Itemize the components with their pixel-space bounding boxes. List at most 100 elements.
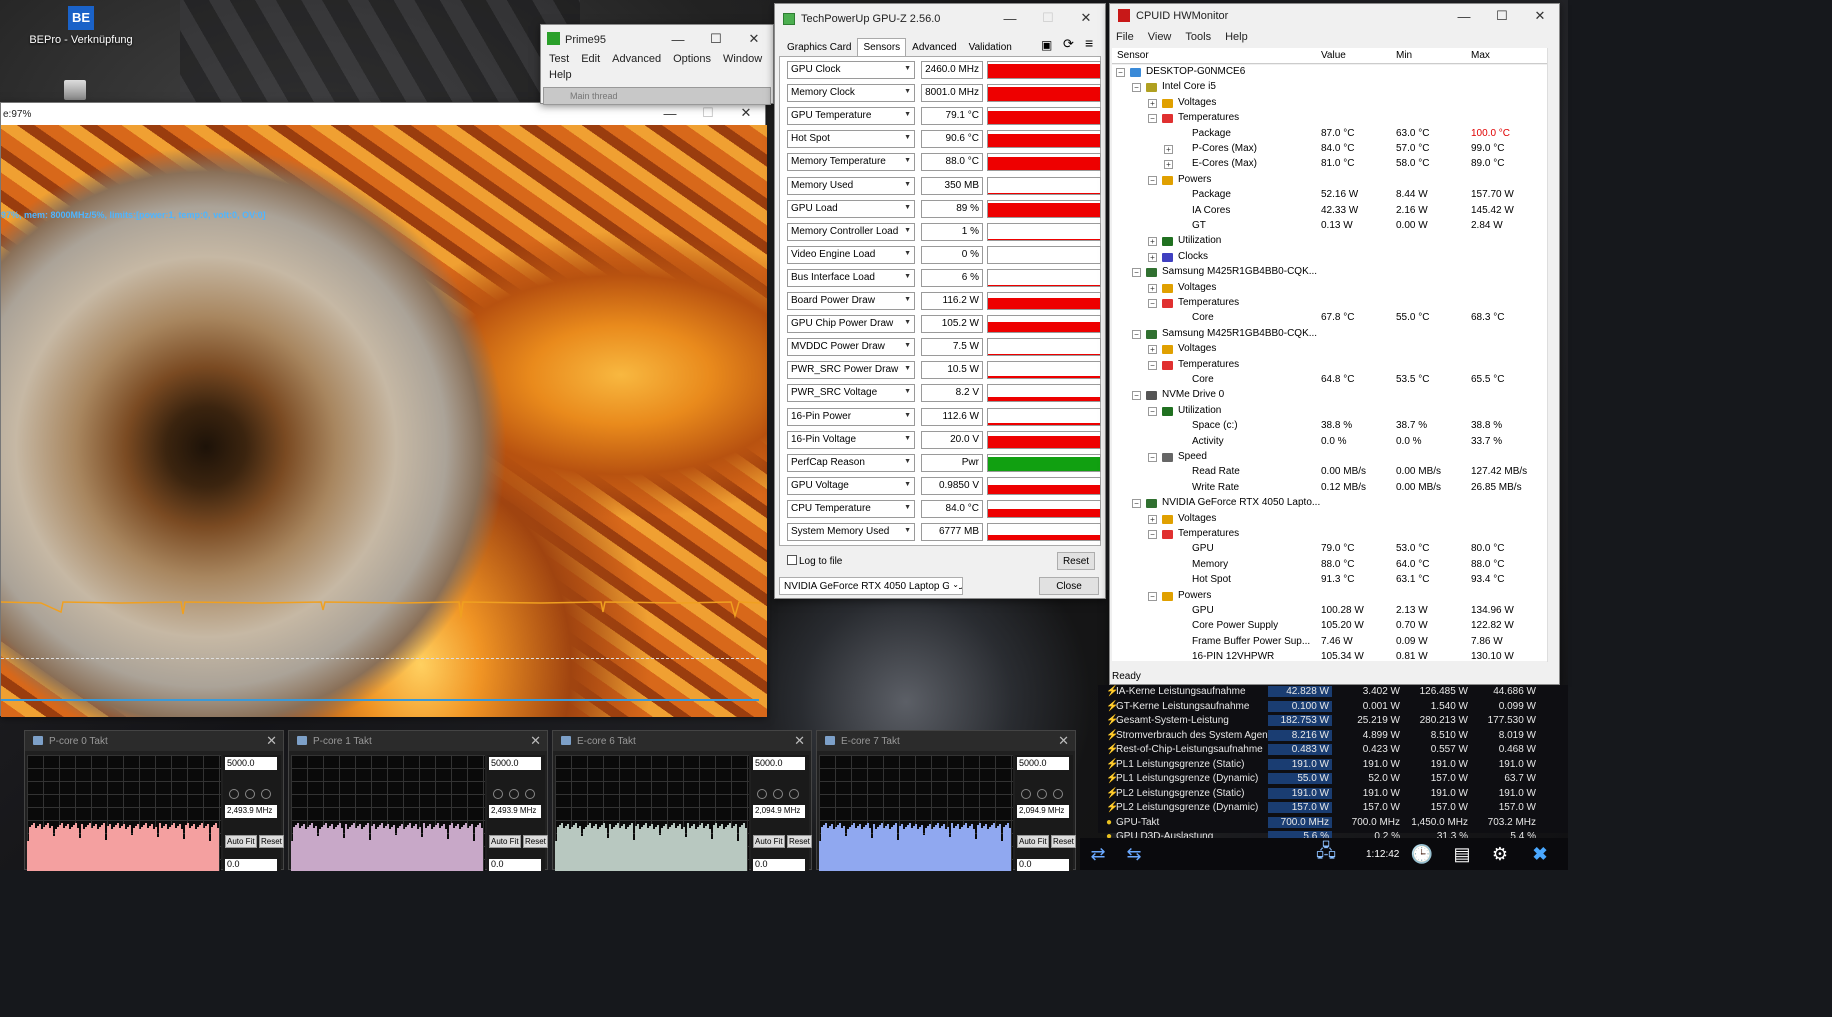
- tab-validation[interactable]: Validation: [963, 38, 1018, 57]
- sensor-name-dropdown[interactable]: Memory Clock: [787, 84, 915, 103]
- hw-tree-row[interactable]: − Temperatures: [1112, 111, 1549, 126]
- collapse-icon[interactable]: −: [1116, 68, 1125, 77]
- hw-tree-row[interactable]: Package 87.0 °C 63.0 °C 100.0 °C: [1112, 127, 1549, 142]
- close-x-icon[interactable]: ✖: [1526, 842, 1554, 866]
- radio-icon[interactable]: [509, 789, 519, 799]
- hw-tree-row[interactable]: IA Cores 42.33 W 2.16 W 145.42 W: [1112, 204, 1549, 219]
- auto-fit-button[interactable]: Auto Fit: [1017, 835, 1049, 848]
- hamburger-menu-icon[interactable]: ≡: [1085, 35, 1093, 51]
- arrows-collapse-icon[interactable]: ⇆: [1120, 842, 1148, 866]
- hwinfo-row[interactable]: ● GPU-Takt 700.0 MHz 700.0 MHz 1,450.0 M…: [1098, 816, 1568, 831]
- sensor-name-dropdown[interactable]: GPU Chip Power Draw: [787, 315, 915, 334]
- minimize-icon[interactable]: —: [1445, 2, 1483, 30]
- arrows-left-right-icon[interactable]: ⇄: [1084, 842, 1112, 866]
- expand-icon[interactable]: +: [1148, 345, 1157, 355]
- radio-icon[interactable]: [789, 789, 799, 799]
- hw-tree-row[interactable]: Memory 88.0 °C 64.0 °C 88.0 °C: [1112, 558, 1549, 573]
- sensor-name-dropdown[interactable]: PWR_SRC Voltage: [787, 384, 915, 403]
- sensor-name-dropdown[interactable]: GPU Clock: [787, 61, 915, 79]
- furmark-window[interactable]: e:97% — ☐ ✕ 97%, mem: 8000MHz/5%, limits…: [0, 102, 767, 717]
- hwinfo-row[interactable]: ⚡ GT-Kerne Leistungsaufnahme 0.100 W 0.0…: [1098, 700, 1568, 715]
- hw-tree-row[interactable]: Hot Spot 91.3 °C 63.1 °C 93.4 °C: [1112, 573, 1549, 588]
- menu-edit[interactable]: Edit: [581, 53, 600, 65]
- maximize-icon[interactable]: ☐: [1483, 2, 1521, 30]
- collapse-icon[interactable]: −: [1148, 360, 1157, 370]
- hw-tree-row[interactable]: − Utilization: [1112, 404, 1549, 419]
- close-icon[interactable]: ✕: [1058, 733, 1069, 749]
- hw-tree-row[interactable]: − Temperatures: [1112, 358, 1549, 373]
- clock-graph-panel[interactable]: E-core 6 Takt ✕ 5000.0 2,094.9 MHz Auto …: [552, 730, 812, 871]
- clock-graph-panel[interactable]: P-core 1 Takt ✕ 5000.0 2,493.9 MHz Auto …: [288, 730, 548, 871]
- close-icon[interactable]: ✕: [530, 733, 541, 749]
- hw-tree-row[interactable]: + P-Cores (Max) 84.0 °C 57.0 °C 99.0 °C: [1112, 142, 1549, 157]
- menu-advanced[interactable]: Advanced: [612, 53, 661, 65]
- hw-tree-row[interactable]: − Speed: [1112, 450, 1549, 465]
- hwinfo-row[interactable]: ⚡ Gesamt-System-Leistung 182.753 W 25.21…: [1098, 714, 1568, 729]
- expand-icon[interactable]: +: [1148, 252, 1157, 262]
- hw-tree-row[interactable]: − Samsung M425R1GB4BB0-CQK...: [1112, 327, 1549, 342]
- hw-tree-row[interactable]: − Samsung M425R1GB4BB0-CQK...: [1112, 265, 1549, 280]
- expand-icon[interactable]: +: [1164, 145, 1173, 154]
- sensor-name-dropdown[interactable]: GPU Temperature: [787, 107, 915, 126]
- hw-tree-row[interactable]: + Voltages: [1112, 512, 1549, 527]
- hwmonitor-window[interactable]: CPUID HWMonitor — ☐ ✕ File View Tools He…: [1109, 3, 1560, 685]
- menu-view[interactable]: View: [1148, 31, 1172, 43]
- hw-tree-row[interactable]: − DESKTOP-G0NMCE6: [1112, 65, 1549, 80]
- expand-icon[interactable]: +: [1148, 98, 1157, 108]
- camera-icon[interactable]: ▣: [1041, 38, 1052, 52]
- radio-icon[interactable]: [229, 789, 239, 799]
- prime95-main-thread[interactable]: Main thread: [543, 87, 771, 105]
- collapse-icon[interactable]: −: [1148, 175, 1157, 185]
- hw-tree-row[interactable]: Core Power Supply 105.20 W 0.70 W 122.82 W: [1112, 619, 1549, 634]
- report-icon[interactable]: ▤: [1448, 842, 1476, 866]
- hw-tree-row[interactable]: + Voltages: [1112, 96, 1549, 111]
- collapse-icon[interactable]: −: [1148, 591, 1157, 601]
- hw-tree-row[interactable]: − NVMe Drive 0: [1112, 388, 1549, 403]
- radio-icon[interactable]: [261, 789, 271, 799]
- minimize-icon[interactable]: —: [659, 25, 697, 53]
- log-to-file-checkbox[interactable]: Log to file: [787, 555, 842, 567]
- hw-tree-row[interactable]: GPU 100.28 W 2.13 W 134.96 W: [1112, 604, 1549, 619]
- hwinfo-row[interactable]: ⚡ PL2 Leistungsgrenze (Static) 191.0 W 1…: [1098, 787, 1568, 802]
- hwinfo-row[interactable]: ⚡ PL1 Leistungsgrenze (Dynamic) 55.0 W 5…: [1098, 772, 1568, 787]
- sensor-name-dropdown[interactable]: GPU Voltage: [787, 476, 915, 495]
- collapse-icon[interactable]: −: [1148, 530, 1157, 539]
- menu-window[interactable]: Window: [723, 53, 762, 65]
- hw-tree-row[interactable]: Read Rate 0.00 MB/s 0.00 MB/s 127.42 MB/s: [1112, 465, 1549, 480]
- auto-fit-button[interactable]: Auto Fit: [489, 835, 521, 848]
- sensor-name-dropdown[interactable]: GPU Load: [787, 199, 915, 218]
- sensor-name-dropdown[interactable]: 16-Pin Voltage: [787, 430, 915, 449]
- sensor-name-dropdown[interactable]: Memory Temperature: [787, 153, 915, 172]
- hw-tree-row[interactable]: + Voltages: [1112, 342, 1549, 357]
- prime95-window[interactable]: Prime95 — ☐ ✕ Test Edit Advanced Options…: [540, 24, 774, 105]
- hw-tree-row[interactable]: Activity 0.0 % 0.0 % 33.7 %: [1112, 435, 1549, 450]
- col-max[interactable]: Max: [1471, 50, 1490, 61]
- radio-icon[interactable]: [773, 789, 783, 799]
- auto-fit-button[interactable]: Auto Fit: [753, 835, 785, 848]
- gpu-device-select[interactable]: NVIDIA GeForce RTX 4050 Laptop GPU ⌄: [779, 577, 963, 595]
- auto-fit-button[interactable]: Auto Fit: [225, 835, 257, 848]
- hw-tree-row[interactable]: Space (c:) 38.8 % 38.7 % 38.8 %: [1112, 419, 1549, 434]
- maximize-icon[interactable]: ☐: [697, 25, 735, 53]
- hw-tree-row[interactable]: − Temperatures: [1112, 296, 1549, 311]
- hw-tree-row[interactable]: Core 64.8 °C 53.5 °C 65.5 °C: [1112, 373, 1549, 388]
- maximize-icon[interactable]: ☐: [1029, 4, 1067, 32]
- hwinfo-row[interactable]: ⚡ PL2 Leistungsgrenze (Dynamic) 157.0 W …: [1098, 801, 1568, 816]
- reset-button[interactable]: Reset: [1057, 552, 1095, 570]
- close-icon[interactable]: ✕: [794, 733, 805, 749]
- col-sensor[interactable]: Sensor: [1117, 50, 1149, 61]
- collapse-icon[interactable]: −: [1132, 268, 1141, 278]
- close-icon[interactable]: ✕: [266, 733, 277, 749]
- network-computers-icon[interactable]: 🖧: [1312, 841, 1340, 866]
- hw-tree-row[interactable]: 16-PIN 12VHPWR 105.34 W 0.81 W 130.10 W: [1112, 650, 1549, 661]
- hw-tree-row[interactable]: − Intel Core i5: [1112, 80, 1549, 95]
- hw-tree-row[interactable]: − Temperatures: [1112, 527, 1549, 542]
- hw-tree-row[interactable]: + Clocks: [1112, 250, 1549, 265]
- collapse-icon[interactable]: −: [1132, 83, 1141, 93]
- radio-icon[interactable]: [1053, 789, 1063, 799]
- close-button[interactable]: Close: [1039, 577, 1099, 595]
- hw-tree-row[interactable]: + Voltages: [1112, 281, 1549, 296]
- sensor-name-dropdown[interactable]: 16-Pin Power: [787, 407, 915, 426]
- desktop-icon-bepro[interactable]: BE BEPro - Verknüpfung: [26, 6, 136, 46]
- settings-gear-icon[interactable]: ⚙: [1486, 842, 1514, 866]
